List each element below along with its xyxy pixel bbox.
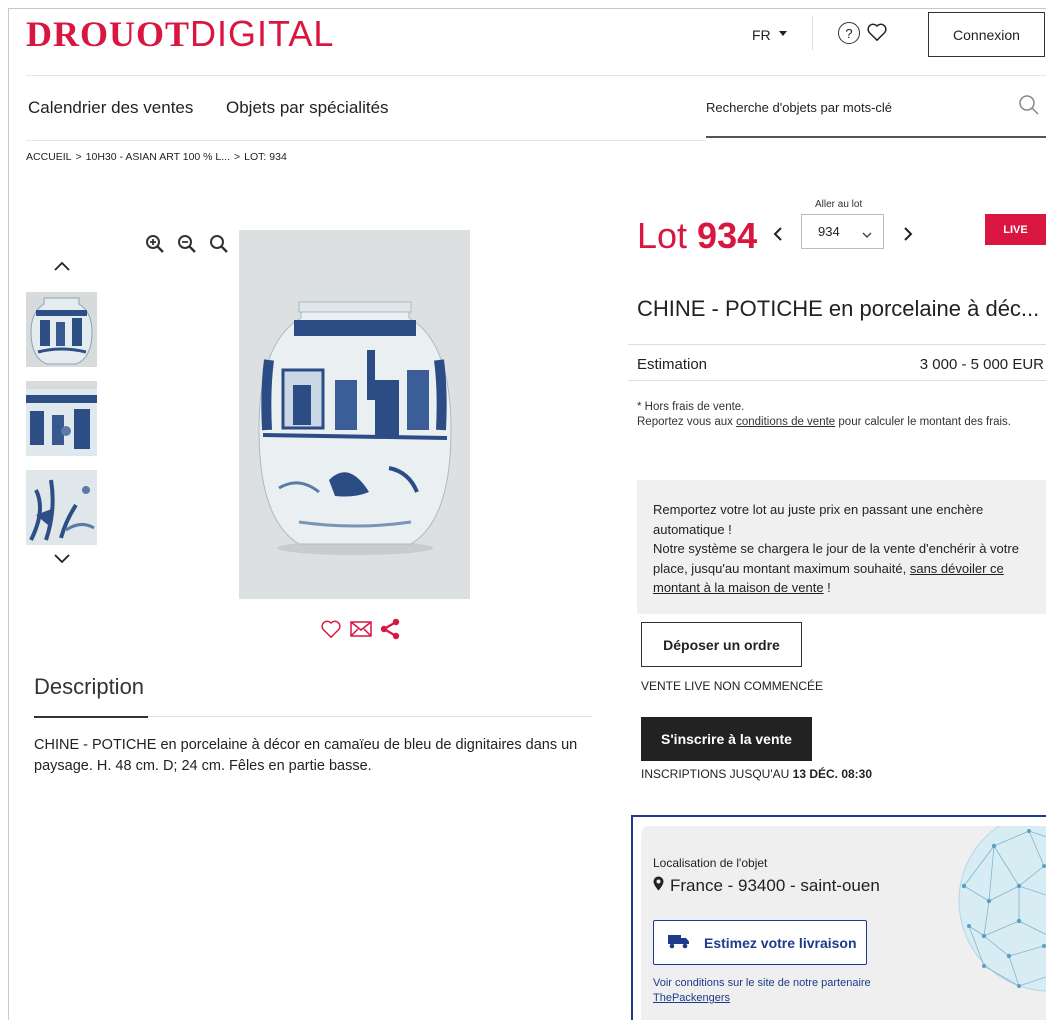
auto-bid-line1: Remportez votre lot au juste prix en pas… — [653, 502, 984, 537]
packengers-link[interactable]: ThePackengers — [653, 992, 730, 1004]
location-label: Localisation de l'objet — [653, 856, 768, 870]
shipping-note-text: Voir conditions sur le site de notre par… — [653, 977, 871, 989]
register-sale-button[interactable]: S'inscrire à la vente — [641, 717, 812, 761]
registration-deadline: INSCRIPTIONS JUSQU'AU 13 DÉC. 08:30 — [641, 767, 872, 781]
header-separator — [26, 75, 1046, 76]
shipping-conditions-note: Voir conditions sur le site de notre par… — [653, 976, 873, 1006]
goto-lot-label: Aller au lot — [815, 199, 863, 210]
login-button[interactable]: Connexion — [928, 12, 1045, 57]
share-icon[interactable] — [380, 618, 400, 645]
chevron-up-icon[interactable] — [54, 258, 70, 276]
description-text: CHINE - POTICHE en porcelaine à décor en… — [34, 737, 578, 774]
estimate-shipping-label: Estimez votre livraison — [704, 934, 857, 951]
breadcrumb-separator: > — [75, 151, 82, 163]
auto-bid-text-b: ! — [823, 580, 831, 595]
map-pin-icon — [653, 876, 664, 896]
chevron-down-icon[interactable] — [54, 551, 70, 569]
deadline-prefix: INSCRIPTIONS JUSQU'AU — [641, 767, 793, 781]
description-divider-accent — [34, 716, 148, 718]
search-bar — [706, 88, 1046, 138]
breadcrumb-sale[interactable]: 10H30 - ASIAN ART 100 % L... — [86, 151, 230, 163]
question-circle-icon[interactable]: ? — [838, 22, 860, 44]
header-divider — [812, 16, 813, 50]
fees-note-line: * Hors frais de vente. — [637, 401, 745, 413]
chevron-down-icon — [862, 227, 872, 242]
estimate-shipping-button[interactable]: Estimez votre livraison — [653, 920, 867, 965]
fees-note: * Hors frais de vente. Reportez vous aux… — [637, 400, 1037, 430]
lot-prefix: Lot — [637, 215, 698, 256]
nav-calendar[interactable]: Calendrier des ventes — [28, 98, 193, 118]
page-frame-top — [8, 8, 1046, 9]
location-value: France - 93400 - saint-ouen — [653, 876, 880, 896]
breadcrumb: ACCUEIL > 10H30 - ASIAN ART 100 % L... >… — [26, 151, 287, 163]
deadline-value: 13 DÉC. 08:30 — [792, 767, 873, 781]
auto-bid-info: Remportez votre lot au juste prix en pas… — [637, 480, 1046, 614]
zoom-out-icon[interactable] — [177, 234, 197, 254]
nav-separator — [26, 140, 706, 141]
fees-text-b: pour calculer le montant des frais. — [835, 416, 1011, 428]
magnifier-icon[interactable] — [1018, 94, 1040, 121]
breadcrumb-separator: > — [234, 151, 241, 163]
chevron-right-icon[interactable] — [902, 226, 914, 247]
estimate-label: Estimation — [637, 356, 708, 373]
sale-conditions-link[interactable]: conditions de vente — [736, 416, 835, 428]
thumbnail-1[interactable] — [26, 292, 97, 367]
fees-text-a: Reportez vous aux — [637, 416, 737, 428]
breadcrumb-home[interactable]: ACCUEIL — [26, 151, 72, 163]
chevron-left-icon[interactable] — [772, 226, 784, 247]
location-card: Localisation de l'objet France - 93400 -… — [641, 826, 1046, 1020]
language-selector[interactable]: FR — [752, 27, 787, 43]
logo-bold-text: DROUOT — [26, 14, 191, 54]
heart-icon[interactable] — [866, 22, 888, 47]
lot-number-title: Lot 934 — [637, 214, 757, 258]
auto-bid-line2: Notre système se chargera le jour de la … — [653, 539, 1030, 598]
thumbnail-2[interactable] — [26, 381, 97, 456]
drouot-digital-logo[interactable]: DROUOTDIGITAL — [26, 13, 335, 55]
globe-network-icon — [949, 826, 1046, 1001]
live-status-text: VENTE LIVE NON COMMENCÉE — [641, 679, 824, 693]
caret-down-icon — [778, 31, 787, 36]
place-order-button[interactable]: Déposer un ordre — [641, 622, 802, 667]
mail-icon[interactable] — [350, 620, 372, 643]
logo-light-text: DIGITAL — [190, 13, 335, 54]
thumbnail-3[interactable] — [26, 470, 97, 545]
nav-objects-by-specialty[interactable]: Objets par spécialités — [226, 98, 389, 118]
estimate-divider-bottom — [628, 380, 1046, 381]
estimate-divider-top — [628, 344, 1046, 345]
lot-number: 934 — [697, 215, 758, 256]
lot-actions — [320, 618, 400, 645]
zoom-in-icon[interactable] — [145, 234, 165, 254]
zoom-reset-icon[interactable] — [209, 234, 229, 254]
page-frame-left — [8, 8, 9, 1020]
location-text: France - 93400 - saint-ouen — [670, 876, 880, 895]
language-value: FR — [752, 27, 771, 43]
truck-icon — [668, 933, 690, 952]
goto-lot-select[interactable]: 934 — [801, 214, 884, 249]
search-input[interactable] — [706, 100, 996, 115]
goto-lot-value: 934 — [818, 224, 840, 239]
help-symbol: ? — [845, 25, 853, 41]
lot-item-title: CHINE - POTICHE en porcelaine à déc... — [637, 296, 1040, 321]
description-title: Description — [34, 674, 145, 699]
breadcrumb-lot: LOT: 934 — [244, 151, 287, 163]
live-badge: LIVE — [985, 214, 1046, 245]
estimate-value: 3 000 - 5 000 EUR — [919, 356, 1044, 373]
heart-icon[interactable] — [320, 619, 342, 644]
fees-explanation: Reportez vous aux conditions de vente po… — [637, 415, 1037, 430]
lot-main-image[interactable] — [239, 230, 470, 599]
